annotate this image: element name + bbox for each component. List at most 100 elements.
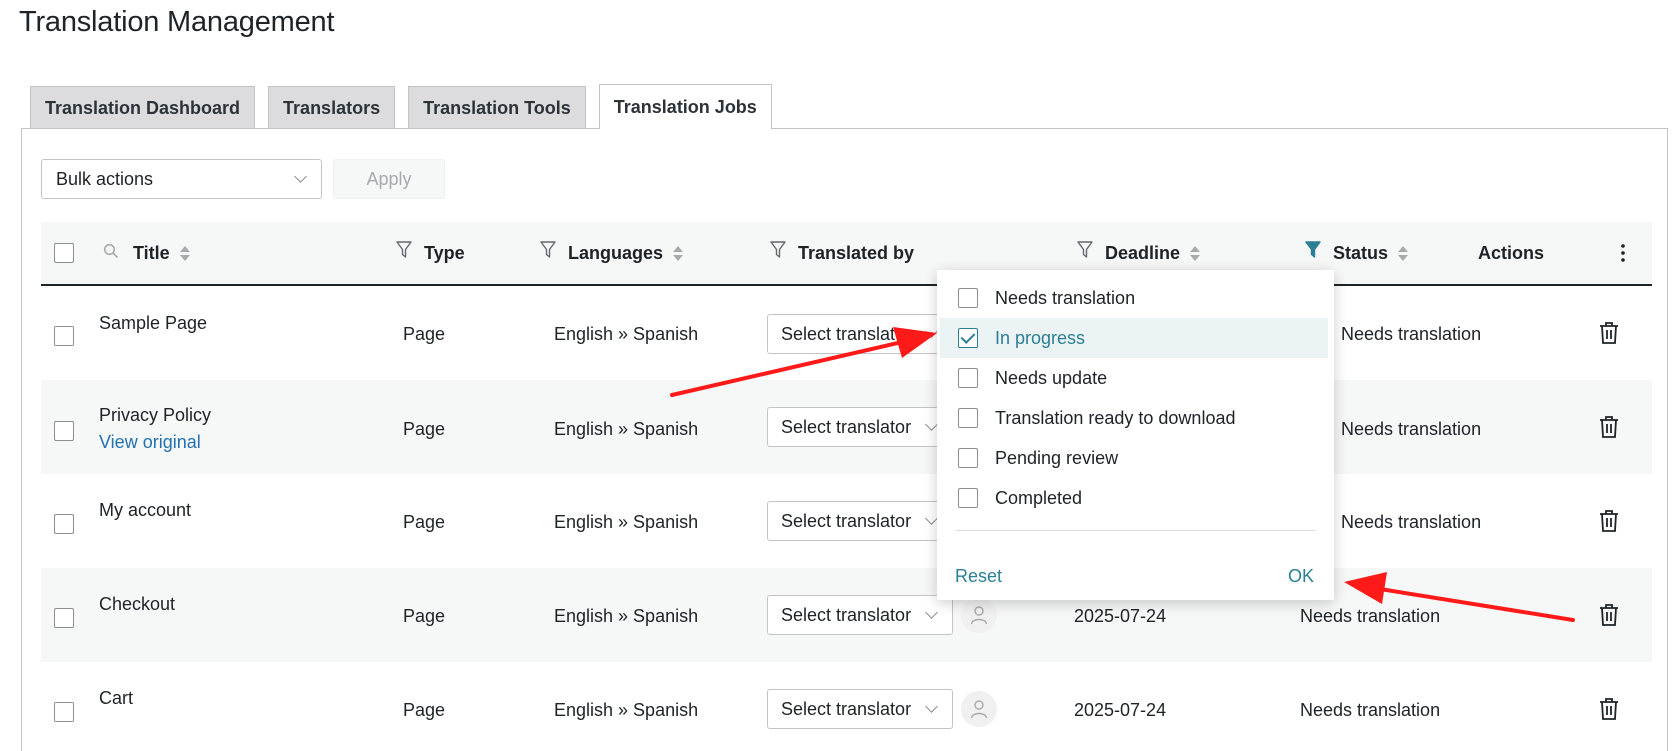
translator-select[interactable]: Select translator: [767, 314, 953, 354]
filter-option-checkbox[interactable]: [958, 488, 978, 508]
trash-icon[interactable]: [1598, 603, 1620, 627]
filter-option-in-progress[interactable]: In progress: [940, 318, 1328, 358]
select-all-checkbox[interactable]: [54, 243, 74, 263]
translator-select[interactable]: Select translator: [767, 689, 953, 729]
column-type-label: Type: [424, 242, 465, 263]
column-languages-label: Languages: [568, 242, 664, 263]
row-type: Page: [403, 324, 446, 344]
filter-option-label: Needs update: [995, 367, 1108, 388]
page-title: Translation Management: [19, 6, 335, 38]
column-title[interactable]: Title: [103, 222, 190, 284]
row-checkbox[interactable]: [54, 608, 74, 628]
translator-select[interactable]: Select translator: [767, 501, 953, 541]
filter-option-checkbox[interactable]: [958, 288, 978, 308]
translator-select[interactable]: Select translator: [767, 407, 953, 447]
filter-option-translation-ready[interactable]: Translation ready to download: [940, 398, 1328, 438]
column-status-label: Status: [1333, 242, 1389, 263]
row-status: Needs translation: [1341, 512, 1482, 532]
row-title[interactable]: My account: [99, 500, 191, 521]
bulk-actions-label: Bulk actions: [56, 168, 154, 189]
chevron-down-icon: [925, 606, 938, 619]
trash-icon[interactable]: [1598, 321, 1620, 345]
translator-select-value: Select translator: [781, 604, 912, 625]
trash-icon[interactable]: [1598, 697, 1620, 721]
filter-option-label: Pending review: [995, 447, 1119, 468]
filter-icon[interactable]: [1077, 241, 1093, 259]
table-row: Sample Page Page English » Spanish Selec…: [41, 286, 1652, 380]
search-icon[interactable]: [103, 243, 119, 259]
column-type: Type: [396, 222, 465, 284]
filter-option-label: In progress: [995, 327, 1086, 348]
more-vertical-icon[interactable]: [1620, 243, 1626, 263]
row-languages: English » Spanish: [554, 700, 699, 720]
row-type: Page: [403, 606, 446, 626]
translator-select-value: Select translator: [781, 510, 912, 531]
status-filter-dropdown: Needs translation In progress Needs upda…: [937, 270, 1334, 600]
filter-option-needs-update[interactable]: Needs update: [940, 358, 1328, 398]
row-title[interactable]: Privacy Policy: [99, 405, 211, 426]
row-checkbox[interactable]: [54, 514, 74, 534]
sort-icon[interactable]: [673, 245, 684, 261]
row-languages: English » Spanish: [554, 512, 699, 532]
column-options-button[interactable]: [1620, 222, 1626, 284]
tab-bar: Translation Dashboard Translators Transl…: [30, 84, 785, 129]
user-avatar-icon: [961, 597, 997, 633]
row-languages: English » Spanish: [554, 419, 699, 439]
table-row: Privacy Policy View original Page Englis…: [41, 380, 1652, 474]
filter-option-label: Completed: [995, 487, 1083, 508]
row-type: Page: [403, 419, 446, 439]
filter-icon[interactable]: [540, 241, 556, 259]
user-avatar-icon: [961, 691, 997, 727]
table-row: Checkout Page English » Spanish Select t…: [41, 568, 1652, 662]
row-languages: English » Spanish: [554, 324, 699, 344]
filter-option-label: Translation ready to download: [995, 407, 1236, 428]
filter-option-completed[interactable]: Completed: [940, 478, 1328, 518]
filter-option-checkbox-checked[interactable]: [958, 328, 978, 348]
row-status: Needs translation: [1300, 606, 1441, 626]
sort-icon[interactable]: [1190, 245, 1201, 261]
filter-option-checkbox[interactable]: [958, 448, 978, 468]
sort-icon[interactable]: [1398, 245, 1409, 261]
filter-option-checkbox[interactable]: [958, 408, 978, 428]
tab-translation-tools[interactable]: Translation Tools: [408, 86, 586, 129]
row-checkbox[interactable]: [54, 421, 74, 441]
tab-translation-jobs[interactable]: Translation Jobs: [598, 84, 772, 129]
column-languages[interactable]: Languages: [540, 222, 684, 284]
chevron-down-icon: [925, 325, 938, 338]
filter-icon[interactable]: [770, 241, 786, 259]
row-languages: English » Spanish: [554, 606, 699, 626]
filter-option-needs-translation[interactable]: Needs translation: [940, 278, 1328, 318]
table-row: Cart Page English » Spanish Select trans…: [41, 662, 1652, 751]
row-checkbox[interactable]: [54, 326, 74, 346]
row-title[interactable]: Sample Page: [99, 313, 207, 334]
filter-option-pending-review[interactable]: Pending review: [940, 438, 1328, 478]
translator-select-value: Select translator: [781, 698, 912, 719]
table-header: Title Type Languages Translated by Deadl…: [41, 222, 1652, 286]
filter-ok-button[interactable]: OK: [1288, 566, 1314, 587]
dropdown-divider: [955, 530, 1316, 531]
tab-translators[interactable]: Translators: [268, 86, 396, 129]
chevron-down-icon: [925, 418, 938, 431]
sort-icon[interactable]: [179, 245, 190, 261]
row-title[interactable]: Cart: [99, 688, 133, 709]
filter-option-checkbox[interactable]: [958, 368, 978, 388]
row-checkbox[interactable]: [54, 702, 74, 722]
chevron-down-icon: [925, 700, 938, 713]
apply-button[interactable]: Apply: [333, 159, 445, 199]
filter-active-icon[interactable]: [1305, 241, 1321, 259]
view-original-link[interactable]: View original: [99, 432, 201, 453]
row-title[interactable]: Checkout: [99, 594, 175, 615]
row-deadline: 2025-07-24: [1074, 700, 1167, 720]
translator-select-value: Select translator: [781, 323, 912, 344]
row-status: Needs translation: [1300, 700, 1441, 720]
bulk-actions-select[interactable]: Bulk actions: [41, 159, 322, 199]
translator-select[interactable]: Select translator: [767, 595, 953, 635]
trash-icon[interactable]: [1598, 415, 1620, 439]
trash-icon[interactable]: [1598, 509, 1620, 533]
filter-icon[interactable]: [396, 241, 412, 259]
row-status: Needs translation: [1341, 419, 1482, 439]
column-translated-by: Translated by: [770, 222, 914, 284]
filter-reset-button[interactable]: Reset: [955, 566, 1002, 587]
column-actions: Actions: [1478, 222, 1544, 284]
tab-translation-dashboard[interactable]: Translation Dashboard: [30, 86, 256, 129]
